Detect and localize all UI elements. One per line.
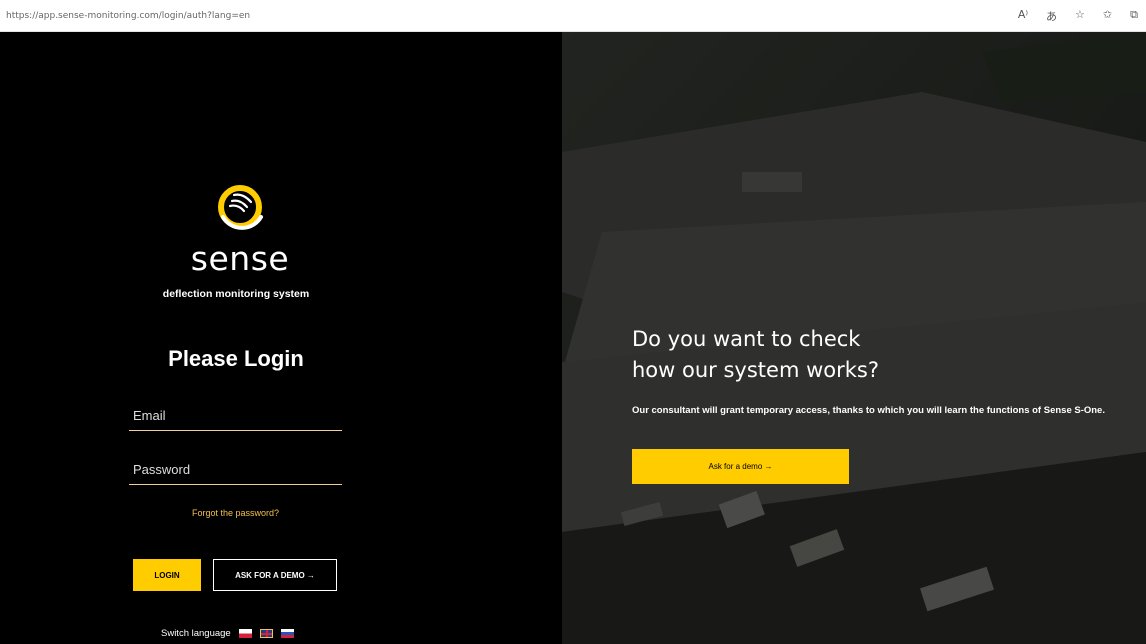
flag-ru-icon[interactable] [280, 629, 294, 638]
language-switcher: Switch language [161, 628, 294, 639]
add-favorite-icon[interactable]: ☆ [1075, 8, 1085, 24]
forgot-password-link[interactable]: Forgot the password? [129, 508, 342, 518]
translate-icon[interactable]: あ [1046, 8, 1057, 24]
hero-headline-line-2: how our system works? [632, 358, 879, 382]
address-url[interactable]: https://app.sense-monitoring.com/login/a… [6, 11, 250, 21]
hero-headline-line-1: Do you want to check [632, 327, 861, 351]
ask-demo-button[interactable]: ASK FOR A DEMO → [213, 559, 337, 591]
hero-panel: Do you want to check how our system work… [562, 32, 1146, 644]
flag-en-icon[interactable] [259, 629, 273, 638]
favorites-icon[interactable]: ✩ [1103, 8, 1112, 24]
tagline: deflection monitoring system [162, 288, 310, 300]
login-button[interactable]: LOGIN [133, 559, 201, 591]
logo-wordmark: sense [190, 239, 290, 278]
sense-logo-icon [218, 185, 263, 230]
browser-address-bar: https://app.sense-monitoring.com/login/a… [0, 0, 1146, 32]
sense-logo: sense [185, 177, 295, 278]
email-field-wrapper [129, 401, 342, 431]
browser-toolbar-icons: A⁾ あ ☆ ✩ ⧉ [1018, 8, 1138, 24]
switch-language-label: Switch language [161, 628, 231, 639]
hero-ask-demo-button[interactable]: Ask for a demo → [632, 449, 849, 484]
email-field[interactable] [129, 401, 342, 430]
password-field-wrapper [129, 455, 342, 485]
collections-icon[interactable]: ⧉ [1130, 8, 1138, 24]
flag-pl-icon[interactable] [238, 629, 252, 638]
read-aloud-icon[interactable]: A⁾ [1018, 8, 1028, 24]
hero-subtext: Our consultant will grant temporary acce… [632, 405, 1105, 416]
login-panel: sense deflection monitoring system Pleas… [0, 32, 562, 644]
password-field[interactable] [129, 455, 342, 484]
hero-headline: Do you want to check how our system work… [632, 324, 1112, 386]
page-title: Please Login [168, 346, 304, 371]
